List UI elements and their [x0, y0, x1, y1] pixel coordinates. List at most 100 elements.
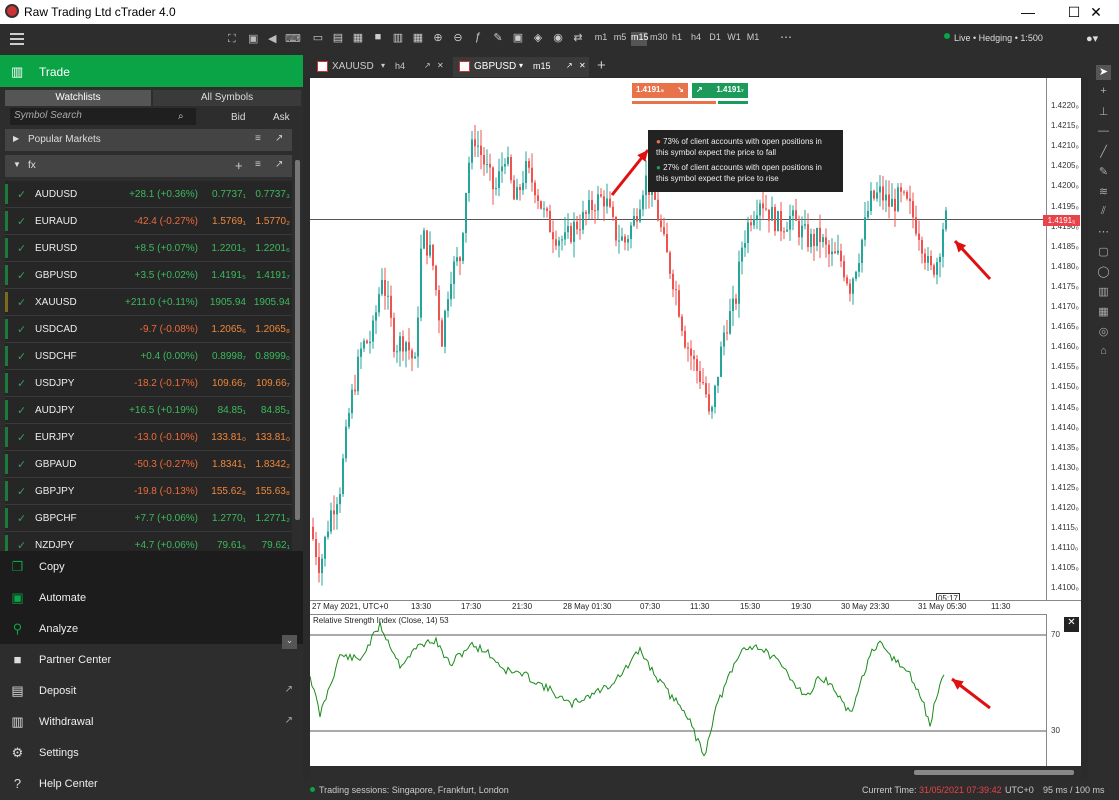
tab-all-symbols[interactable]: All Symbols [153, 90, 301, 106]
symbol-ask[interactable]: 1.2771₂ [256, 513, 290, 524]
symbol-ask[interactable]: 1905.94 [254, 297, 290, 308]
eye-icon[interactable]: ◉ [551, 31, 565, 45]
color-icon[interactable]: ▦ [1096, 305, 1111, 320]
symbol-bid[interactable]: 109.66₇ [212, 378, 246, 389]
timeframe-m5[interactable]: m5 [612, 32, 628, 46]
symbol-ask[interactable]: 1.5770₂ [256, 216, 290, 227]
symbol-row[interactable]: ✓ EURUSD +8.5 (+0.07%) 1.2201₅ 1.2201₆ [5, 235, 292, 262]
hamburger-menu-icon[interactable] [10, 33, 24, 45]
symbol-search-input[interactable]: Symbol Search [10, 108, 196, 125]
timeframe-m1[interactable]: m1 [593, 32, 609, 46]
zoom-out-icon[interactable]: ⊖ [451, 31, 465, 45]
dropdown-icon[interactable]: ▾ [381, 61, 385, 70]
popular-markets-section[interactable]: ▶ Popular Markets ≡ ↗ [5, 129, 292, 151]
symbol-row[interactable]: ✓ GBPCHF +7.7 (+0.06%) 1.2770₁ 1.2771₂ [5, 505, 292, 532]
list-icon[interactable]: ≡ [255, 133, 261, 144]
symbol-ask[interactable]: 155.63₈ [255, 486, 290, 497]
symbol-ask[interactable]: 0.8999₀ [255, 351, 290, 362]
single-view-icon[interactable]: ■ [371, 31, 385, 45]
symbol-bid[interactable]: 1.4191₅ [211, 270, 246, 281]
drawing-icon[interactable]: ✎ [491, 31, 505, 45]
symbol-bid[interactable]: 84.85₁ [218, 405, 246, 416]
timeframe-h4[interactable]: h4 [688, 32, 704, 46]
close-button[interactable]: ✕ [1073, 0, 1119, 24]
symbol-row[interactable]: ✓ USDCHF +0.4 (0.00%) 0.8998₇ 0.8999₀ [5, 343, 292, 370]
symbol-row[interactable]: ✓ AUDJPY +16.5 (+0.19%) 84.85₁ 84.85₃ [5, 397, 292, 424]
layout-icon[interactable]: ▭ [311, 31, 325, 45]
minimize-button[interactable]: — [1005, 0, 1051, 24]
shape-icon[interactable]: ◯ [1096, 265, 1111, 280]
popout-icon[interactable]: ↗ [566, 61, 573, 70]
symbol-bid[interactable]: 1.5769₁ [212, 216, 246, 227]
alert-icon[interactable]: ⌂ [1096, 345, 1111, 360]
rsi-plot[interactable] [309, 615, 1046, 767]
symbol-bid[interactable]: 133.81₀ [211, 432, 246, 443]
menu-deposit[interactable]: ▤ Deposit ↗ [0, 675, 303, 706]
menu-automate[interactable]: ▣ Automate [0, 582, 303, 613]
symbol-bid[interactable]: 0.7737₁ [212, 189, 246, 200]
vertical-line-icon[interactable]: ⊥ [1096, 105, 1111, 120]
layers-icon[interactable]: ◈ [531, 31, 545, 45]
screenshot-icon[interactable]: ▣ [248, 33, 261, 45]
hatch-icon[interactable]: ▥ [1096, 285, 1111, 300]
more-icon[interactable]: ⋯ [779, 30, 793, 44]
chart-scrollbar[interactable] [310, 766, 1081, 779]
fullscreen-icon[interactable]: ⛶ [228, 33, 241, 45]
camera-icon[interactable]: ◎ [1096, 325, 1111, 340]
grid-icon[interactable]: ▦ [351, 31, 365, 45]
symbol-row[interactable]: ✓ USDJPY -18.2 (-0.17%) 109.66₇ 109.66₇ [5, 370, 292, 397]
menu-help-center[interactable]: ? Help Center [0, 768, 303, 799]
watchlist-scrollbar[interactable] [294, 150, 301, 571]
calendar-icon[interactable]: ▣ [511, 31, 525, 45]
popout-icon[interactable]: ↗ [275, 133, 283, 144]
user-icon[interactable]: ●▾ [1086, 32, 1098, 45]
symbol-row[interactable]: ✓ GBPUSD +3.5 (+0.02%) 1.4191₅ 1.4191₇ [5, 262, 292, 289]
indicator-icon[interactable]: ƒ [471, 31, 485, 45]
comment-icon[interactable]: ▢ [1096, 245, 1111, 260]
symbol-bid[interactable]: 79.61₅ [217, 540, 246, 551]
symbol-bid[interactable]: 1.2201₅ [211, 243, 246, 254]
timeframe-W1[interactable]: W1 [726, 32, 742, 46]
dropdown-icon[interactable]: ▾ [519, 61, 523, 70]
symbol-row[interactable]: ✓ USDCAD -9.7 (-0.08%) 1.2065₆ 1.2065₈ [5, 316, 292, 343]
symbol-row[interactable]: ✓ EURAUD -42.4 (-0.27%) 1.5769₁ 1.5770₂ [5, 208, 292, 235]
menu-copy[interactable]: ❐ Copy [0, 551, 303, 582]
timeframe-m15[interactable]: m15 [631, 32, 649, 46]
trade-header[interactable]: ▥ Trade [0, 55, 303, 87]
symbol-ask[interactable]: 133.81₀ [255, 432, 290, 443]
scroll-thumb[interactable] [295, 160, 300, 520]
timeframe-M1[interactable]: M1 [745, 32, 761, 46]
close-tab-icon[interactable]: ✕ [579, 61, 586, 70]
channel-icon[interactable]: ⫽ [1096, 205, 1111, 220]
symbol-bid[interactable]: 1.2065₆ [211, 324, 246, 335]
sound-icon[interactable]: ◀ [268, 33, 281, 45]
timeframe-h1[interactable]: h1 [669, 32, 685, 46]
sell-button[interactable]: 1.4191₅ ↘ [632, 83, 688, 98]
buy-button[interactable]: ↗ 1.4191₇ [692, 83, 748, 98]
pencil-icon[interactable]: ✎ [1096, 165, 1111, 180]
symbol-row[interactable]: ✓ XAUUSD +211.0 (+0.11%) 1905.94 1905.94 [5, 289, 292, 316]
window-icon[interactable]: ▤ [331, 31, 345, 45]
symbol-ask[interactable]: 0.7737₃ [255, 189, 290, 200]
symbol-bid[interactable]: 155.62₈ [211, 486, 246, 497]
rsi-panel[interactable]: Relative Strength Index (Close, 14) 53 [309, 614, 1046, 767]
link-icon[interactable]: ⇄ [571, 31, 585, 45]
cursor-icon[interactable]: ➤ [1096, 65, 1111, 80]
menu-partner-center[interactable]: ■ Partner Center [0, 644, 303, 675]
symbol-ask[interactable]: 1.8342₂ [256, 459, 290, 470]
popout-icon[interactable]: ↗ [275, 159, 283, 170]
close-tab-icon[interactable]: ✕ [437, 61, 444, 70]
symbol-ask[interactable]: 79.62₁ [262, 540, 290, 551]
ruler-icon[interactable]: ⋯ [1096, 225, 1111, 240]
menu-analyze[interactable]: ⚲ Analyze [0, 613, 303, 644]
symbol-ask[interactable]: 1.2065₈ [255, 324, 290, 335]
multi-view-icon[interactable]: ▦ [411, 31, 425, 45]
keyboard-icon[interactable]: ⌨ [285, 33, 301, 45]
close-indicator-icon[interactable]: ✕ [1064, 617, 1079, 632]
symbol-ask[interactable]: 1.2201₆ [255, 243, 290, 254]
price-axis[interactable]: 1.4220₀ 1.4215₀ 1.4210₀ 1.4205₀ 1.4200₀ 1.419… [1046, 78, 1081, 600]
symbol-ask[interactable]: 109.66₇ [256, 378, 290, 389]
timeframe-m30[interactable]: m30 [650, 32, 668, 46]
symbol-bid[interactable]: 1.8341₁ [212, 459, 246, 470]
fibonacci-icon[interactable]: ≋ [1096, 185, 1111, 200]
